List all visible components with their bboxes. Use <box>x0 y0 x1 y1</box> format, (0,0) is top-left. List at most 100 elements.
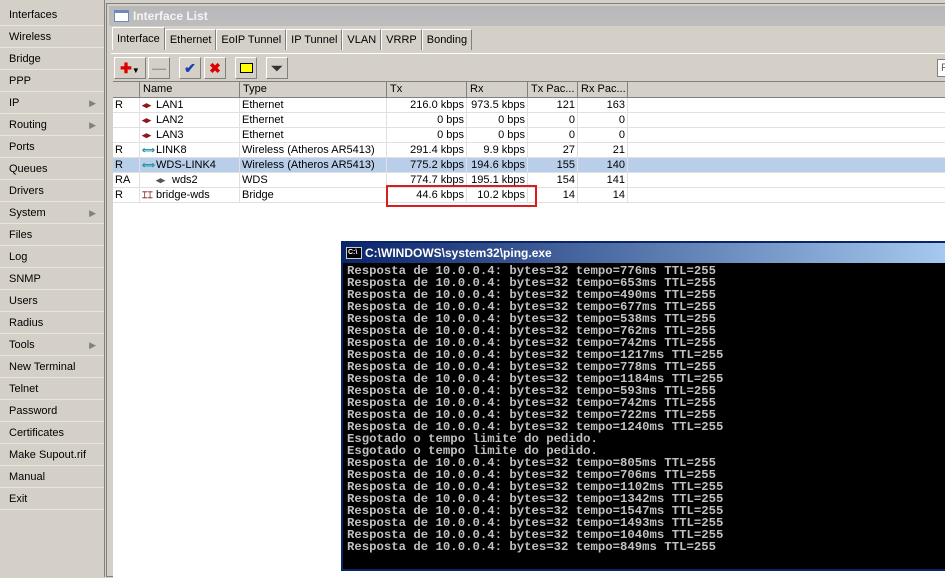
cell-name: ◂▸ LAN1 <box>140 98 240 113</box>
console-title-bar[interactable]: C:\ C:\WINDOWS\system32\ping.exe <box>343 243 945 263</box>
cell-flags: R <box>113 188 140 203</box>
chevron-right-icon: ▶ <box>89 98 96 108</box>
cell-txp: 0 <box>528 128 578 143</box>
column-header-flags[interactable] <box>113 82 140 98</box>
column-header-tx[interactable]: Tx <box>387 82 467 98</box>
tab-ip-tunnel[interactable]: IP Tunnel <box>286 29 343 50</box>
cell-type: Wireless (Atheros AR5413) <box>240 158 387 173</box>
sidebar-item-interfaces[interactable]: Interfaces <box>0 4 104 26</box>
cell-name: ⟺WDS-LINK4 <box>140 158 240 173</box>
cell-rxp: 0 <box>578 128 628 143</box>
table-row[interactable]: ◂▸ LAN2 Ethernet 0 bps 0 bps 0 0 <box>113 113 945 128</box>
tab-eoip-tunnel[interactable]: EoIP Tunnel <box>216 29 287 50</box>
cell-flags: R <box>113 143 140 158</box>
cell-rx: 0 bps <box>467 128 528 143</box>
sidebar-item-password[interactable]: Password <box>0 400 104 422</box>
sidebar-item-log[interactable]: Log <box>0 246 104 268</box>
table-row[interactable]: ◂▸ LAN3 Ethernet 0 bps 0 bps 0 0 <box>113 128 945 143</box>
cell-rxp: 141 <box>578 173 628 188</box>
sidebar-item-label: Manual <box>9 471 46 483</box>
sidebar-item-label: Queues <box>9 163 48 175</box>
sidebar-item-radius[interactable]: Radius <box>0 312 104 334</box>
comment-button[interactable] <box>235 57 257 79</box>
sidebar-item-files[interactable]: Files <box>0 224 104 246</box>
sidebar-item-certificates[interactable]: Certificates <box>0 422 104 444</box>
sidebar-item-system[interactable]: System ▶ <box>0 202 104 224</box>
cell-rxp: 163 <box>578 98 628 113</box>
cell-tx: 0 bps <box>387 128 467 143</box>
column-header-rx[interactable]: Rx <box>467 82 528 98</box>
sidebar-item-drivers[interactable]: Drivers <box>0 180 104 202</box>
table-row[interactable]: R ◂▸ LAN1 Ethernet 216.0 kbps 973.5 kbps 121 16… <box>113 98 945 113</box>
dropdown-arrow-icon: ▼ <box>131 66 140 75</box>
sidebar-item-ip[interactable]: IP ▶ <box>0 92 104 114</box>
cell-tx: 291.4 kbps <box>387 143 467 158</box>
tab-bar: Interface Ethernet EoIP Tunnel IP Tunnel VLA… <box>112 27 473 50</box>
tab-vrrp[interactable]: VRRP <box>381 29 422 50</box>
tab-vlan[interactable]: VLAN <box>342 29 382 50</box>
column-header-rxp[interactable]: Rx Pac... <box>578 82 628 98</box>
tab-ethernet[interactable]: Ethernet <box>164 29 217 50</box>
interface-name: LINK8 <box>156 144 187 156</box>
check-icon: ✔ <box>184 60 196 76</box>
sidebar-item-queues[interactable]: Queues <box>0 158 104 180</box>
find-input[interactable]: F <box>937 59 945 77</box>
cell-name: ◂▸ LAN3 <box>140 128 240 143</box>
window-title: Interface List <box>133 9 208 23</box>
sidebar-item-label: IP <box>9 97 20 109</box>
sidebar-item-label: Exit <box>9 493 28 505</box>
sidebar-item-wireless[interactable]: Wireless <box>0 26 104 48</box>
sidebar-item-telnet[interactable]: Telnet <box>0 378 104 400</box>
sidebar-item-label: PPP <box>9 75 32 87</box>
sidebar-item-make-supout-rif[interactable]: Make Supout.rif <box>0 444 104 466</box>
sidebar-item-label: System <box>9 207 46 219</box>
sidebar-item-users[interactable]: Users <box>0 290 104 312</box>
tab-bonding[interactable]: Bonding <box>421 29 473 50</box>
sidebar-item-ports[interactable]: Ports <box>0 136 104 158</box>
cell-type: Wireless (Atheros AR5413) <box>240 143 387 158</box>
cell-type: Ethernet <box>240 113 387 128</box>
column-header-type[interactable]: Type <box>240 82 387 98</box>
sidebar-item-tools[interactable]: Tools ▶ <box>0 334 104 356</box>
sidebar-item-routing[interactable]: Routing ▶ <box>0 114 104 136</box>
cell-flags <box>113 128 140 143</box>
cell-name: ◂▸ wds2 <box>140 173 240 188</box>
sidebar-item-snmp[interactable]: SNMP <box>0 268 104 290</box>
column-header-filler <box>628 82 945 98</box>
column-header-name[interactable]: Name <box>140 82 240 98</box>
table-row[interactable]: R ⟺WDS-LINK4 Wireless (Atheros AR5413) 775.… <box>113 158 945 173</box>
sidebar-item-label: Radius <box>9 317 44 329</box>
minus-icon: — <box>152 60 166 76</box>
sidebar-item-label: Files <box>9 229 33 241</box>
bridge-icon: ⌶⌶ <box>142 190 153 200</box>
toolbar: ✚▼ — ✔ ✖ ⏷ F <box>111 53 945 79</box>
remove-button[interactable]: — <box>148 57 170 79</box>
sidebar-item-label: Password <box>9 405 58 417</box>
cell-rx: 194.6 kbps <box>467 158 528 173</box>
cell-rxp: 21 <box>578 143 628 158</box>
cell-tx: 775.2 kbps <box>387 158 467 173</box>
sidebar-item-exit[interactable]: Exit <box>0 488 104 510</box>
sidebar-item-label: Log <box>9 251 28 263</box>
filter-button[interactable]: ⏷ <box>266 57 288 79</box>
sidebar-item-bridge[interactable]: Bridge <box>0 48 104 70</box>
disable-button[interactable]: ✖ <box>204 57 226 79</box>
chevron-right-icon: ▶ <box>89 120 96 130</box>
cell-rx: 9.9 kbps <box>467 143 528 158</box>
column-header-txp[interactable]: Tx Pac... <box>528 82 578 98</box>
interface-name: WDS-LINK4 <box>156 159 216 171</box>
cell-tx: 216.0 kbps <box>387 98 467 113</box>
table-row[interactable]: R ⟺LINK8 Wireless (Atheros AR5413) 291.4 kb… <box>113 143 945 158</box>
cell-flags: R <box>113 98 140 113</box>
enable-button[interactable]: ✔ <box>179 57 201 79</box>
sidebar-item-label: Routing <box>9 119 47 131</box>
sidebar-item-ppp[interactable]: PPP <box>0 70 104 92</box>
tab-interface[interactable]: Interface <box>112 27 165 50</box>
sidebar-item-manual[interactable]: Manual <box>0 466 104 488</box>
window-title-bar[interactable]: Interface List <box>109 6 945 26</box>
add-button[interactable]: ✚▼ <box>114 57 146 79</box>
wireless-icon: ⟺ <box>142 145 155 155</box>
sidebar-item-label: Bridge <box>9 53 41 65</box>
sidebar-item-label: Wireless <box>9 31 52 43</box>
sidebar-item-new-terminal[interactable]: New Terminal <box>0 356 104 378</box>
